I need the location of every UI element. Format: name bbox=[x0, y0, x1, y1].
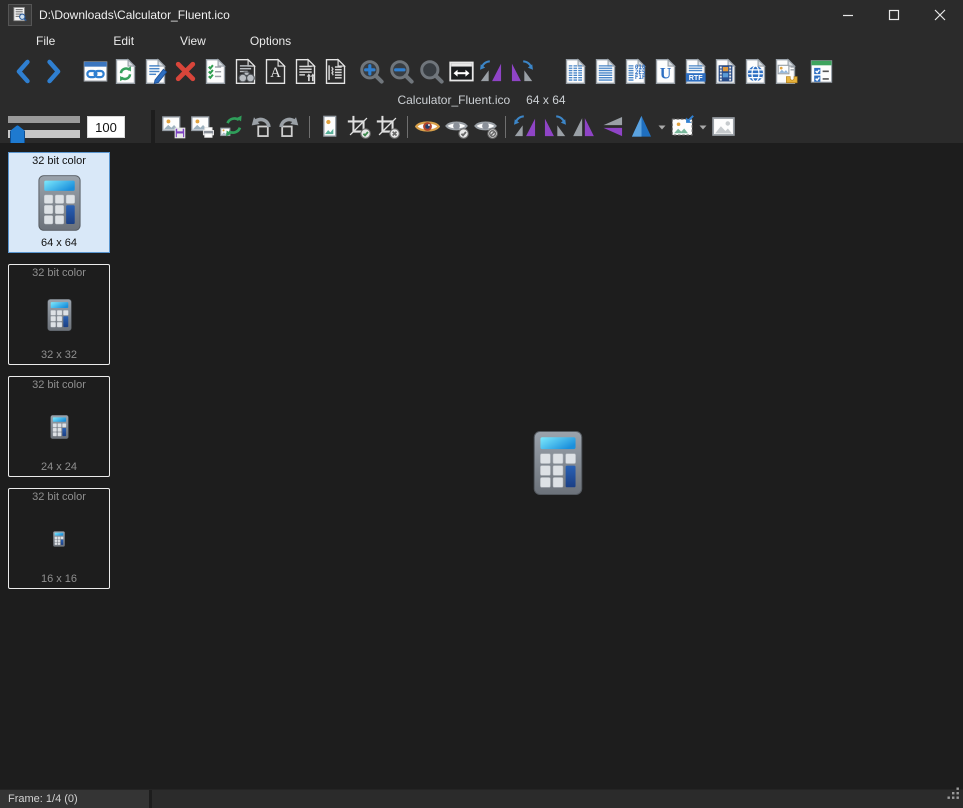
view-rtf-button[interactable]: RTF bbox=[680, 55, 710, 87]
window-controls bbox=[825, 0, 963, 29]
delete-file-button[interactable] bbox=[170, 55, 200, 87]
svg-text:U: U bbox=[659, 65, 670, 82]
eye-check-button[interactable] bbox=[442, 112, 471, 142]
menubar: File Edit View Options bbox=[0, 29, 963, 52]
toolbar-separator bbox=[505, 115, 506, 138]
sharpen-button[interactable] bbox=[627, 112, 656, 142]
statusbar-divider bbox=[149, 790, 152, 808]
file-info-bar: Calculator_Fluent.ico 64 x 64 bbox=[0, 90, 963, 110]
frame-size-label: 32 x 32 bbox=[40, 349, 78, 361]
menu-view[interactable]: View bbox=[174, 32, 212, 50]
forward-button[interactable] bbox=[38, 55, 68, 87]
frame-size-label: 24 x 24 bbox=[40, 461, 78, 473]
frame-size-label: 64 x 64 bbox=[40, 237, 78, 249]
eye-disabled-button[interactable] bbox=[471, 112, 500, 142]
minimize-icon bbox=[843, 14, 853, 16]
print-image-button[interactable] bbox=[188, 112, 217, 142]
titlebar: D:\Downloads\Calculator_Fluent.ico bbox=[0, 0, 963, 29]
redo-button[interactable] bbox=[275, 112, 304, 142]
zoom-slider[interactable] bbox=[8, 113, 82, 145]
file-list-button[interactable] bbox=[200, 55, 230, 87]
frame-thumbnail-image bbox=[49, 386, 69, 467]
window-title: D:\Downloads\Calculator_Fluent.ico bbox=[39, 7, 230, 22]
dropdown-caret-icon[interactable] bbox=[697, 112, 709, 142]
frame-thumbnail-16x16[interactable]: 32 bit color 16 x 16 bbox=[8, 488, 110, 589]
crop-cancel-button[interactable] bbox=[373, 112, 402, 142]
frame-thumbnail-image bbox=[37, 162, 81, 243]
rotate-view-left-button[interactable] bbox=[476, 55, 506, 87]
menu-edit[interactable]: Edit bbox=[107, 32, 140, 50]
frame-size-label: 16 x 16 bbox=[40, 573, 78, 585]
resize-image-button[interactable] bbox=[668, 112, 697, 142]
toolbar-separator bbox=[407, 115, 408, 138]
svg-text:RTF: RTF bbox=[688, 73, 703, 82]
preview-image bbox=[533, 431, 583, 500]
zoom-out-button[interactable] bbox=[386, 55, 416, 87]
line-arrows-button[interactable] bbox=[290, 55, 320, 87]
universal-viewer-window: D:\Downloads\Calculator_Fluent.ico File E… bbox=[0, 0, 963, 808]
back-button[interactable] bbox=[8, 55, 38, 87]
maximize-button[interactable] bbox=[871, 0, 917, 29]
font-button[interactable]: A bbox=[260, 55, 290, 87]
zoom-slider-track bbox=[8, 116, 80, 123]
save-image-button[interactable] bbox=[159, 112, 188, 142]
frame-thumbnail-64x64[interactable]: 32 bit color 64 x 64 bbox=[8, 152, 110, 253]
reload-image-button[interactable] bbox=[217, 112, 246, 142]
frame-thumbnail-24x24[interactable]: 32 bit color 24 x 24 bbox=[8, 376, 110, 477]
undo-button[interactable] bbox=[246, 112, 275, 142]
fit-window-button[interactable] bbox=[446, 55, 476, 87]
encoding-button[interactable] bbox=[320, 55, 350, 87]
maximize-icon bbox=[888, 9, 900, 20]
show-eye-button[interactable] bbox=[413, 112, 442, 142]
frame-thumbnail-list: 32 bit color 64 x 64 32 bit color 32 x 32… bbox=[8, 152, 110, 600]
frame-thumbnail-image bbox=[53, 498, 65, 579]
minimize-button[interactable] bbox=[825, 0, 871, 29]
flip-horizontal-button[interactable] bbox=[569, 112, 598, 142]
refresh-document-button[interactable] bbox=[110, 55, 140, 87]
flip-vertical-button[interactable] bbox=[598, 112, 627, 142]
open-link-button[interactable] bbox=[80, 55, 110, 87]
view-plain-text-button[interactable] bbox=[590, 55, 620, 87]
image-info-button[interactable] bbox=[315, 112, 344, 142]
menu-file[interactable]: File bbox=[30, 32, 61, 50]
image-canvas[interactable]: 32 bit color 64 x 64 32 bit color 32 x 32… bbox=[0, 143, 963, 789]
main-toolbar: A 010 2E5 F1F U RTF bbox=[0, 52, 963, 90]
statusbar: Frame: 1/4 (0) bbox=[0, 787, 963, 808]
view-text-button[interactable] bbox=[560, 55, 590, 87]
frame-status: Frame: 1/4 (0) bbox=[0, 790, 149, 808]
edit-document-button[interactable] bbox=[140, 55, 170, 87]
resize-grip-icon[interactable] bbox=[947, 787, 960, 805]
zoom-in-button[interactable] bbox=[356, 55, 386, 87]
view-unicode-button[interactable]: U bbox=[650, 55, 680, 87]
view-media-button[interactable] bbox=[710, 55, 740, 87]
frame-thumbnail-image bbox=[46, 274, 72, 355]
zoom-slider-handle[interactable] bbox=[10, 125, 25, 145]
info-filename: Calculator_Fluent.ico bbox=[397, 93, 511, 107]
app-icon bbox=[8, 3, 32, 26]
close-button[interactable] bbox=[917, 0, 963, 29]
view-internet-button[interactable] bbox=[740, 55, 770, 87]
view-hex-button[interactable]: 010 2E5 F1F bbox=[620, 55, 650, 87]
svg-text:F1F: F1F bbox=[634, 74, 645, 80]
svg-text:A: A bbox=[270, 65, 281, 81]
dropdown-caret-icon[interactable] bbox=[656, 112, 668, 142]
image-toolbar bbox=[155, 110, 963, 143]
menu-options[interactable]: Options bbox=[244, 32, 297, 50]
zoom-100-button[interactable] bbox=[416, 55, 446, 87]
frame-thumbnail-32x32[interactable]: 32 bit color 32 x 32 bbox=[8, 264, 110, 365]
view-plugins-button[interactable] bbox=[770, 55, 800, 87]
rotate-left-button[interactable] bbox=[511, 112, 540, 142]
options-button[interactable] bbox=[806, 55, 836, 87]
toolbar-separator bbox=[309, 115, 310, 138]
background-image-button[interactable] bbox=[709, 112, 738, 142]
close-icon bbox=[934, 9, 946, 20]
info-dimensions: 64 x 64 bbox=[526, 93, 566, 107]
rotate-view-right-button[interactable] bbox=[506, 55, 536, 87]
zoom-input[interactable] bbox=[87, 116, 125, 138]
crop-confirm-button[interactable] bbox=[344, 112, 373, 142]
rotate-right-button[interactable] bbox=[540, 112, 569, 142]
find-button[interactable] bbox=[230, 55, 260, 87]
